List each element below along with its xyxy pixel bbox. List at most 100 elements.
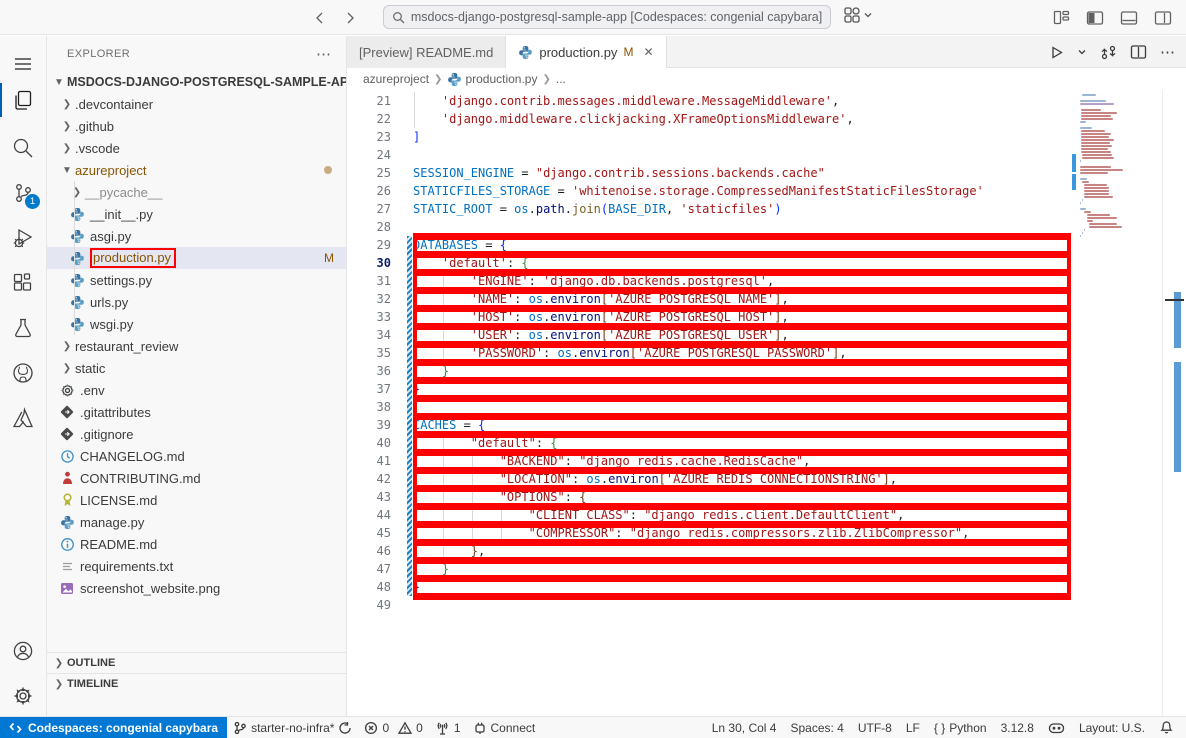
sidebar-section-timeline[interactable]: ❯TIMELINE — [47, 673, 346, 694]
remote-indicator[interactable]: Codespaces: congenial capybara — [0, 717, 227, 738]
cursor-position[interactable]: Ln 30, Col 4 — [712, 721, 777, 735]
apps-grid-icon — [843, 6, 861, 24]
activity-run-debug[interactable] — [0, 218, 46, 258]
code-line-23: ] — [413, 128, 1072, 146]
tree-item--gitignore[interactable]: .gitignore — [47, 423, 346, 445]
braces-icon: { } — [934, 721, 945, 735]
eol-indicator[interactable]: LF — [906, 721, 920, 735]
tree-item-static[interactable]: ❯static — [47, 357, 346, 379]
code-editor[interactable]: 2122232425262728293031323334353637383940… — [347, 90, 1186, 716]
ports-indicator[interactable]: 1 — [429, 717, 467, 738]
tab-preview-readme[interactable]: [Preview] README.md — [347, 36, 506, 68]
tree-item-requirements-txt[interactable]: requirements.txt — [47, 555, 346, 577]
activity-testing[interactable] — [0, 308, 46, 348]
activity-menu[interactable] — [0, 44, 46, 84]
breadcrumb-folder[interactable]: azureproject — [363, 72, 429, 86]
tree-item-wsgi-py[interactable]: wsgi.py — [47, 313, 346, 335]
tree-item-settings-py[interactable]: settings.py — [47, 269, 346, 291]
tree-item-manage-py[interactable]: manage.py — [47, 511, 346, 533]
tree-item-urls-py[interactable]: urls.py — [47, 291, 346, 313]
code-line-30: 'default': { — [413, 254, 1072, 272]
chevron-right-icon: ❯ — [59, 121, 75, 132]
forward-icon[interactable] — [342, 10, 358, 26]
notifications-bell-icon[interactable] — [1159, 720, 1174, 735]
toggle-primary-sidebar-icon[interactable] — [1086, 10, 1104, 26]
tree-item--gitattributes[interactable]: .gitattributes — [47, 401, 346, 423]
command-center-search[interactable]: msdocs-django-postgresql-sample-app [Cod… — [383, 5, 831, 29]
open-changes-icon[interactable] — [1100, 44, 1117, 61]
breadcrumb-file[interactable]: production.py — [465, 72, 537, 86]
accounts-icon — [11, 639, 35, 663]
toggle-secondary-sidebar-icon[interactable] — [1154, 10, 1172, 26]
tree-item-screenshot-website-png[interactable]: screenshot_website.png — [47, 577, 346, 599]
code-line-40: "default": { — [413, 434, 1072, 452]
tree-item-restaurant-review[interactable]: ❯restaurant_review — [47, 335, 346, 357]
activity-search[interactable] — [0, 128, 46, 168]
tree-item-contributing-md[interactable]: CONTRIBUTING.md — [47, 467, 346, 489]
activity-source-control[interactable]: 1 — [0, 173, 46, 213]
tree-item--github[interactable]: ❯.github — [47, 115, 346, 137]
python-icon — [518, 45, 533, 60]
line-number: 46 — [347, 542, 391, 560]
activity-extensions[interactable] — [0, 263, 46, 303]
editor-more-actions-icon[interactable]: ⋯ — [1160, 43, 1176, 61]
run-dropdown-chevron-icon[interactable] — [1077, 47, 1087, 57]
sidebar-section-outline[interactable]: ❯OUTLINE — [47, 652, 346, 673]
connect-button[interactable]: Connect — [467, 717, 542, 738]
encoding-indicator[interactable]: UTF-8 — [858, 721, 892, 735]
tree-item-azureproject[interactable]: ▼azureproject — [47, 159, 346, 181]
branch-indicator[interactable]: starter-no-infra* — [227, 717, 358, 738]
breadcrumb-symbol[interactable]: ... — [556, 72, 566, 86]
close-tab-icon[interactable]: ✕ — [643, 45, 653, 59]
tree-item--devcontainer[interactable]: ❯.devcontainer — [47, 93, 346, 115]
code-line-27: STATIC_ROOT = os.path.join(BASE_DIR, 'st… — [413, 200, 1072, 218]
run-python-icon[interactable] — [1049, 45, 1064, 60]
customize-layout-icon[interactable] — [1053, 9, 1070, 26]
tree-item--init-py[interactable]: __init__.py — [47, 203, 346, 225]
minimap[interactable] — [1072, 90, 1162, 716]
code-line-37: } — [413, 380, 1072, 398]
tree-item-asgi-py[interactable]: asgi.py — [47, 225, 346, 247]
activity-github[interactable] — [0, 353, 46, 393]
explorer-more-actions-icon[interactable]: ⋯ — [316, 45, 332, 63]
line-number: 29 — [347, 236, 391, 254]
person-red-icon — [59, 470, 75, 486]
azure-icon — [11, 406, 35, 430]
tree-item--vscode[interactable]: ❯.vscode — [47, 137, 346, 159]
tree-item--env[interactable]: .env — [47, 379, 346, 401]
run-debug-icon — [11, 226, 35, 250]
back-icon[interactable] — [312, 10, 328, 26]
file-tree: ▼MSDOCS-DJANGO-POSTGRESQL-SAMPLE-APP...❯… — [47, 71, 346, 599]
python-icon — [69, 316, 85, 332]
language-mode[interactable]: { } Python — [934, 721, 987, 735]
activity-explorer[interactable] — [0, 80, 46, 120]
overview-ruler[interactable] — [1162, 90, 1186, 716]
tab-production-py[interactable]: production.py M ✕ — [506, 36, 666, 68]
tree-item-changelog-md[interactable]: CHANGELOG.md — [47, 445, 346, 467]
tree-root-folder[interactable]: ▼MSDOCS-DJANGO-POSTGRESQL-SAMPLE-APP... — [47, 71, 346, 93]
keyboard-layout[interactable]: Layout: U.S. — [1079, 721, 1145, 735]
line-number: 28 — [347, 218, 391, 236]
vscode-window: msdocs-django-postgresql-sample-app [Cod… — [0, 0, 1186, 738]
toggle-panel-icon[interactable] — [1120, 10, 1138, 26]
tab-bar: [Preview] README.md production.py M ✕ ⋯ — [347, 36, 1186, 68]
python-icon — [69, 206, 85, 222]
python-icon — [69, 294, 85, 310]
problems-indicator[interactable]: 0 0 — [358, 717, 428, 738]
tree-item-readme-md[interactable]: README.md — [47, 533, 346, 555]
copilot-icon[interactable] — [1048, 721, 1065, 735]
tree-item-production-py[interactable]: production.pyM — [47, 247, 346, 269]
activity-settings[interactable] — [0, 676, 46, 716]
code-line-42: "LOCATION": os.environ['AZURE_REDIS_CONN… — [413, 470, 1072, 488]
activity-azure[interactable] — [0, 398, 46, 438]
tree-item--pycache-[interactable]: ❯__pycache__ — [47, 181, 346, 203]
tree-item-license-md[interactable]: LICENSE.md — [47, 489, 346, 511]
remote-window-menu[interactable] — [843, 6, 873, 24]
activity-accounts[interactable] — [0, 631, 46, 671]
chevron-right-icon: ❯ — [59, 99, 75, 110]
python-icon — [447, 72, 461, 86]
indentation-indicator[interactable]: Spaces: 4 — [790, 721, 843, 735]
modified-badge: M — [324, 251, 334, 265]
python-interpreter[interactable]: 3.12.8 — [1001, 721, 1034, 735]
split-editor-icon[interactable] — [1130, 44, 1147, 60]
